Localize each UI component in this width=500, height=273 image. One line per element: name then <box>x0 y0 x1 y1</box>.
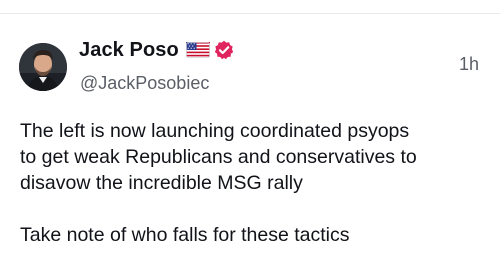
author-display-name[interactable]: Jack Poso <box>79 39 179 62</box>
post-header: Jack Poso @JackPosobiec <box>79 35 479 95</box>
avatar-image <box>19 43 67 91</box>
author-row: Jack Poso <box>79 35 234 65</box>
us-flag-icon <box>185 42 210 58</box>
post-body-line: The left is now launching coordinated ps… <box>20 120 410 142</box>
post-body-line: disavow the incredible MSG rally <box>20 172 303 194</box>
author-handle[interactable]: @JackPosobiec <box>80 73 209 94</box>
verified-badge-icon <box>214 40 234 60</box>
post-card[interactable]: Jack Poso @JackPosobiec 1h The left is n… <box>0 14 500 273</box>
post-body-line: to get weak Republicans and conservative… <box>20 146 417 168</box>
post-timestamp[interactable]: 1h <box>459 54 479 75</box>
avatar[interactable] <box>19 43 67 91</box>
post-body-line: Take note of who falls for these tactics <box>20 224 350 246</box>
post-body: The left is now launching coordinated ps… <box>20 118 490 248</box>
